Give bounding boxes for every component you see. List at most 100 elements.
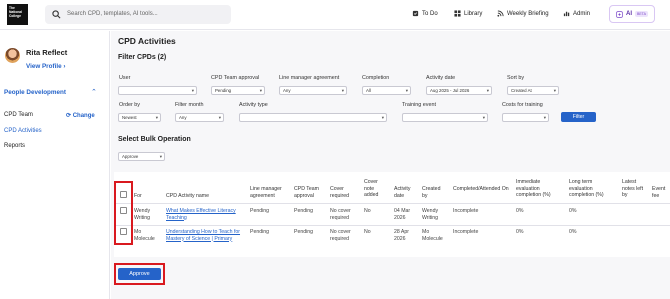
- header-cover-note-added: Cover note added: [364, 179, 379, 198]
- completion-value: All: [366, 88, 371, 93]
- header-cpd-activity-name: CPD Activity name: [166, 193, 209, 199]
- order-by-select[interactable]: Newest ▾: [118, 113, 161, 122]
- cpd-team-approval-value: Pending: [215, 88, 232, 93]
- order-by-value: Newest: [122, 115, 137, 120]
- training-event-label: Training event: [402, 102, 436, 108]
- header-for: For: [134, 193, 142, 199]
- row2-activity-name: Understanding How to Teach for Mastery o…: [166, 229, 241, 242]
- chevron-down-icon: ▾: [405, 88, 408, 93]
- row1-immediate: 0%: [516, 208, 524, 214]
- college-logo[interactable]: The National College: [7, 4, 28, 25]
- sidebar-section-people-development[interactable]: People Development: [4, 89, 66, 96]
- chevron-right-icon: ›: [63, 63, 66, 70]
- activity-type-label: Activity type: [239, 102, 268, 108]
- row2-immediate: 0%: [516, 229, 524, 235]
- filter-button[interactable]: Filter: [561, 112, 596, 122]
- chevron-down-icon: ▾: [259, 88, 262, 93]
- page-title: CPD Activities: [118, 36, 176, 46]
- ai-label: AI: [626, 11, 633, 17]
- filter-month-label: Filter month: [175, 102, 204, 108]
- view-profile-link[interactable]: View Profile ›: [26, 63, 65, 70]
- beta-badge: BETA: [635, 11, 648, 17]
- row2-line-manager: Pending: [250, 229, 270, 235]
- bulk-operation-select[interactable]: Approve ▾: [118, 152, 165, 161]
- row2-activity-date: 28 Apr 2026: [394, 229, 409, 242]
- chevron-down-icon: ▾: [543, 115, 546, 120]
- nav-todo-label: To Do: [422, 10, 438, 17]
- costs-for-training-select[interactable]: ▾: [502, 113, 549, 122]
- activity-type-select[interactable]: ▾: [239, 113, 387, 122]
- nav-todo[interactable]: To Do: [412, 10, 438, 17]
- header-long-term-evaluation: Long term evaluation completion (%): [569, 179, 604, 198]
- nav-library-label: Library: [464, 10, 483, 17]
- checkbox-highlight: [114, 181, 133, 245]
- row2-cover-note: No: [364, 229, 371, 235]
- row1-cover-note: No: [364, 208, 371, 214]
- chevron-down-icon: ▾: [482, 115, 485, 120]
- bulk-operation-title: Select Bulk Operation: [118, 136, 191, 143]
- sidebar-item-cpd-activities[interactable]: CPD Activities: [4, 128, 42, 134]
- cpd-team-approval-select[interactable]: Pending ▾: [211, 86, 265, 95]
- header-cover-required: Cover required: [330, 186, 350, 199]
- header-immediate-evaluation: Immediate evaluation completion (%): [516, 179, 551, 198]
- header-line-manager-agreement: Line manager agreement: [250, 186, 282, 199]
- sidebar-item-reports[interactable]: Reports: [4, 143, 25, 149]
- user-select[interactable]: ▾: [118, 86, 197, 95]
- header-created-by: Created by: [422, 186, 441, 199]
- ai-button[interactable]: AI BETA: [609, 5, 655, 23]
- nav-weekly-briefing-label: Weekly Briefing: [507, 10, 549, 17]
- row2-cover-required: No cover required: [330, 229, 351, 242]
- search-icon: [52, 10, 61, 19]
- line-manager-agreement-select[interactable]: Any ▾: [279, 86, 347, 95]
- sidebar: [0, 31, 110, 299]
- rss-icon: [497, 10, 504, 17]
- row-divider: [114, 225, 670, 226]
- chevron-down-icon: ▾: [341, 88, 344, 93]
- filter-title: Filter CPDs (2): [118, 54, 167, 61]
- approve-button[interactable]: Approve: [118, 268, 161, 280]
- filter-month-value: Any: [179, 115, 187, 120]
- costs-for-training-label: Costs for training: [502, 102, 543, 108]
- chevron-down-icon: ▾: [159, 154, 162, 159]
- chevron-down-icon: ▾: [381, 115, 384, 120]
- header-latest-notes: Latest notes left by: [622, 179, 644, 198]
- search-input[interactable]: Search CPD, templates, AI tools...: [67, 11, 158, 17]
- change-label: Change: [72, 113, 95, 119]
- row1-activity-link[interactable]: What Makes Effective Literacy Teaching: [166, 208, 246, 221]
- activity-date-select[interactable]: Aug 2025 - Jul 2026 ▾: [426, 86, 492, 95]
- cpd-team-label: CPD Team: [4, 112, 33, 118]
- row2-activity-link[interactable]: Understanding How to Teach for Mastery o…: [166, 229, 246, 242]
- main-content: [111, 31, 670, 299]
- sort-by-label: Sort by: [507, 75, 525, 81]
- cpd-team-approval-label: CPD Team approval: [211, 75, 260, 81]
- row2-created-by: Mo Molecule: [422, 229, 443, 242]
- chevron-down-icon: ▾: [486, 88, 489, 93]
- completion-select[interactable]: All ▾: [362, 86, 411, 95]
- filter-month-select[interactable]: Any ▾: [175, 113, 224, 122]
- activity-date-value: Aug 2025 - Jul 2026: [430, 88, 470, 93]
- sort-by-select[interactable]: Created At ▾: [507, 86, 559, 95]
- row1-activity-date: 04 Mar 2026: [394, 208, 411, 221]
- refresh-icon: ⟳: [66, 113, 72, 119]
- completion-label: Completion: [362, 75, 390, 81]
- avatar[interactable]: [5, 48, 20, 63]
- user-filter-label: User: [119, 75, 131, 81]
- row1-long-term: 0%: [569, 208, 577, 214]
- order-by-label: Order by: [119, 102, 140, 108]
- row1-line-manager: Pending: [250, 208, 270, 214]
- header-event-fee: Event fee: [652, 186, 666, 199]
- row1-cover-required: No cover required: [330, 208, 351, 221]
- chevron-up-icon[interactable]: ⌃: [91, 88, 97, 96]
- header-divider: [114, 203, 670, 204]
- nav-library[interactable]: Library: [454, 10, 482, 17]
- chevron-down-icon: ▾: [191, 88, 194, 93]
- nav-weekly-briefing[interactable]: Weekly Briefing: [497, 10, 549, 17]
- activity-date-label: Activity date: [426, 75, 456, 81]
- nav-admin[interactable]: Admin: [563, 10, 590, 17]
- row1-activity-name: What Makes Effective Literacy Teaching: [166, 208, 236, 221]
- training-event-select[interactable]: ▾: [402, 113, 488, 122]
- admin-chart-icon: [563, 11, 570, 17]
- change-team-button[interactable]: ⟳ Change: [66, 112, 95, 119]
- sort-by-value: Created At: [511, 88, 532, 93]
- chevron-down-icon: ▾: [553, 88, 556, 93]
